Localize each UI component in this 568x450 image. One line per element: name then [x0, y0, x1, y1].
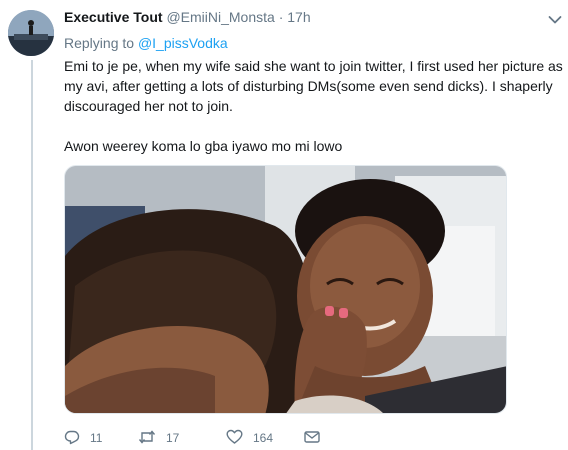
- retweet-icon: [138, 429, 156, 448]
- replying-mention-link[interactable]: @I_pissVodka: [138, 35, 228, 51]
- replying-prefix: Replying to: [64, 35, 135, 51]
- avatar[interactable]: [8, 10, 54, 56]
- heart-icon: [226, 429, 243, 448]
- tweet-actions: 11 17 164: [64, 428, 364, 448]
- tweet-photo[interactable]: [64, 165, 507, 414]
- author-name[interactable]: Executive Tout: [64, 9, 163, 25]
- tweet-timestamp[interactable]: 17h: [287, 9, 310, 25]
- direct-message-button[interactable]: [304, 428, 320, 448]
- envelope-icon: [304, 430, 320, 447]
- like-button[interactable]: 164: [226, 428, 273, 448]
- tweet-card[interactable]: Executive Tout @EmiiNi_Monsta · 17h Repl…: [0, 0, 568, 450]
- chevron-down-icon[interactable]: [548, 12, 562, 24]
- retweet-count: 17: [166, 431, 180, 445]
- tweet-text-paragraph: Awon weerey koma lo gba iyawo mo mi lowo: [64, 138, 343, 154]
- replying-to: Replying to @I_pissVodka: [64, 35, 228, 51]
- like-count: 164: [253, 431, 274, 445]
- reply-button[interactable]: 11: [64, 428, 102, 448]
- tweet-text: Emi to je pe, when my wife said she want…: [64, 56, 564, 156]
- thread-line: [31, 60, 33, 450]
- tweet-header: Executive Tout @EmiiNi_Monsta · 17h: [64, 9, 311, 25]
- reply-count: 11: [90, 431, 103, 445]
- retweet-button[interactable]: 17: [138, 428, 179, 448]
- tweet-text-paragraph: Emi to je pe, when my wife said she want…: [64, 58, 563, 114]
- reply-icon: [64, 429, 80, 448]
- separator-dot: ·: [278, 9, 284, 25]
- author-handle[interactable]: @EmiiNi_Monsta: [166, 9, 274, 25]
